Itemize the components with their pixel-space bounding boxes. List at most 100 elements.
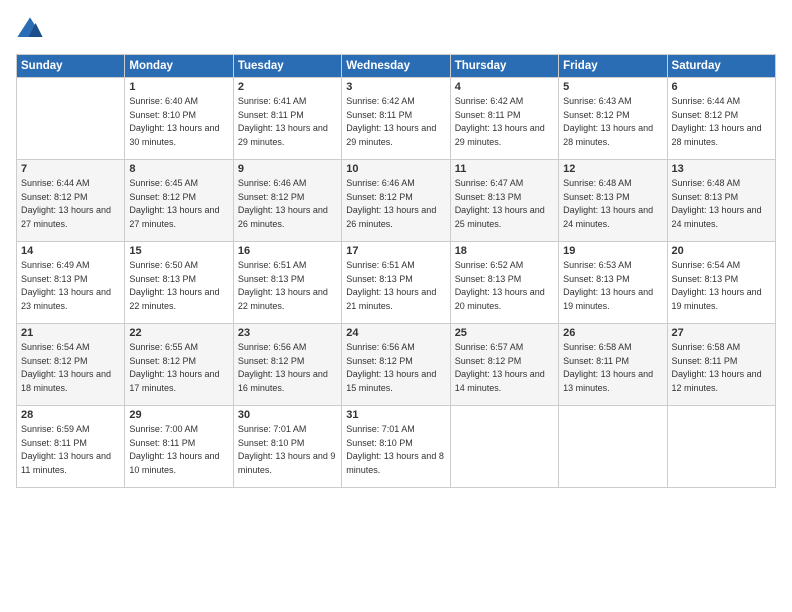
- day-number: 21: [21, 327, 120, 339]
- day-number: 14: [21, 245, 120, 257]
- day-info: Sunrise: 6:52 AMSunset: 8:13 PMDaylight:…: [455, 259, 554, 313]
- sunset: Sunset: 8:13 PM: [129, 274, 196, 284]
- day-number: 11: [455, 163, 554, 175]
- daylight: Daylight: 13 hours and 11 minutes.: [21, 451, 111, 475]
- day-number: 31: [346, 409, 445, 421]
- calendar-cell: 25Sunrise: 6:57 AMSunset: 8:12 PMDayligh…: [450, 324, 558, 406]
- day-info: Sunrise: 6:48 AMSunset: 8:13 PMDaylight:…: [563, 177, 662, 231]
- day-info: Sunrise: 7:01 AMSunset: 8:10 PMDaylight:…: [238, 423, 337, 477]
- sunrise: Sunrise: 6:43 AM: [563, 96, 632, 106]
- calendar-cell: [667, 406, 775, 488]
- sunset: Sunset: 8:13 PM: [563, 192, 630, 202]
- day-number: 8: [129, 163, 228, 175]
- sunset: Sunset: 8:12 PM: [21, 192, 88, 202]
- calendar-cell: 11Sunrise: 6:47 AMSunset: 8:13 PMDayligh…: [450, 160, 558, 242]
- day-info: Sunrise: 6:46 AMSunset: 8:12 PMDaylight:…: [238, 177, 337, 231]
- sunset: Sunset: 8:13 PM: [346, 274, 413, 284]
- day-info: Sunrise: 6:48 AMSunset: 8:13 PMDaylight:…: [672, 177, 771, 231]
- calendar-cell: 26Sunrise: 6:58 AMSunset: 8:11 PMDayligh…: [559, 324, 667, 406]
- weekday-header-wednesday: Wednesday: [342, 55, 450, 78]
- day-number: 3: [346, 81, 445, 93]
- sunrise: Sunrise: 6:48 AM: [563, 178, 632, 188]
- daylight: Daylight: 13 hours and 24 minutes.: [672, 205, 762, 229]
- weekday-header-tuesday: Tuesday: [233, 55, 341, 78]
- sunset: Sunset: 8:13 PM: [238, 274, 305, 284]
- sunrise: Sunrise: 6:46 AM: [346, 178, 415, 188]
- sunset: Sunset: 8:12 PM: [563, 110, 630, 120]
- day-info: Sunrise: 6:51 AM Sunset: 8:13 PM Daylight:…: [238, 259, 337, 313]
- daylight: Daylight: 13 hours and 13 minutes.: [563, 369, 653, 393]
- day-number: 1: [129, 81, 228, 93]
- sunset: Sunset: 8:11 PM: [563, 356, 629, 366]
- sunset: Sunset: 8:12 PM: [129, 192, 196, 202]
- sunrise: Sunrise: 6:46 AM: [238, 178, 307, 188]
- day-number: 24: [346, 327, 445, 339]
- day-info: Sunrise: 6:58 AMSunset: 8:11 PMDaylight:…: [672, 341, 771, 395]
- day-info: Sunrise: 7:01 AMSunset: 8:10 PMDaylight:…: [346, 423, 445, 477]
- day-number: 27: [672, 327, 771, 339]
- daylight: Daylight: 13 hours and 19 minutes.: [563, 287, 653, 311]
- calendar-cell: 30Sunrise: 7:01 AMSunset: 8:10 PMDayligh…: [233, 406, 341, 488]
- day-info: Sunrise: 6:42 AMSunset: 8:11 PMDaylight:…: [346, 95, 445, 149]
- calendar-cell: 7Sunrise: 6:44 AMSunset: 8:12 PMDaylight…: [17, 160, 125, 242]
- daylight: Daylight: 13 hours and 29 minutes.: [455, 123, 545, 147]
- sunrise: Sunrise: 6:51 AM: [238, 260, 307, 270]
- day-info: Sunrise: 6:49 AMSunset: 8:13 PMDaylight:…: [21, 259, 120, 313]
- day-number: 13: [672, 163, 771, 175]
- calendar-cell: 16 Sunrise: 6:51 AM Sunset: 8:13 PM Dayligh…: [233, 242, 341, 324]
- weekday-header-thursday: Thursday: [450, 55, 558, 78]
- day-number: 28: [21, 409, 120, 421]
- day-info: Sunrise: 6:54 AMSunset: 8:12 PMDaylight:…: [21, 341, 120, 395]
- calendar-cell: 12Sunrise: 6:48 AMSunset: 8:13 PMDayligh…: [559, 160, 667, 242]
- day-number: 25: [455, 327, 554, 339]
- day-info: Sunrise: 7:00 AMSunset: 8:11 PMDaylight:…: [129, 423, 228, 477]
- daylight: Daylight: 13 hours and 25 minutes.: [455, 205, 545, 229]
- day-number: 29: [129, 409, 228, 421]
- day-number: 15: [129, 245, 228, 257]
- calendar-cell: 20Sunrise: 6:54 AMSunset: 8:13 PMDayligh…: [667, 242, 775, 324]
- sunrise: Sunrise: 6:55 AM: [129, 342, 198, 352]
- sunset: Sunset: 8:12 PM: [455, 356, 522, 366]
- sunset: Sunset: 8:11 PM: [346, 110, 412, 120]
- sunrise: Sunrise: 6:56 AM: [346, 342, 415, 352]
- day-number: 19: [563, 245, 662, 257]
- day-info: Sunrise: 6:59 AMSunset: 8:11 PMDaylight:…: [21, 423, 120, 477]
- daylight: Daylight: 13 hours and 26 minutes.: [238, 205, 328, 229]
- sunrise: Sunrise: 6:44 AM: [21, 178, 90, 188]
- calendar-cell: 5 Sunrise: 6:43 AM Sunset: 8:12 PM Daylight…: [559, 78, 667, 160]
- sunrise: Sunrise: 6:56 AM: [238, 342, 307, 352]
- day-number: 20: [672, 245, 771, 257]
- day-number: 5: [563, 81, 662, 93]
- day-info: Sunrise: 6:55 AMSunset: 8:12 PMDaylight:…: [129, 341, 228, 395]
- calendar-cell: 23Sunrise: 6:56 AMSunset: 8:12 PMDayligh…: [233, 324, 341, 406]
- day-number: 10: [346, 163, 445, 175]
- sunset: Sunset: 8:13 PM: [455, 274, 522, 284]
- calendar-cell: 29 Sunrise: 7:00 AMSunset: 8:11 PMDayligh…: [125, 406, 233, 488]
- day-info: Sunrise: 6:41 AMSunset: 8:11 PMDaylight:…: [238, 95, 337, 149]
- daylight: Daylight: 13 hours and 27 minutes.: [129, 205, 219, 229]
- sunrise: Sunrise: 6:52 AM: [455, 260, 524, 270]
- calendar-cell: 14 Sunrise: 6:49 AMSunset: 8:13 PMDayligh…: [17, 242, 125, 324]
- sunset: Sunset: 8:13 PM: [455, 192, 522, 202]
- day-info: Sunrise: 6:50 AMSunset: 8:13 PMDaylight:…: [129, 259, 228, 313]
- daylight: Daylight: 13 hours and 28 minutes.: [563, 123, 653, 147]
- daylight: Daylight: 13 hours and 14 minutes.: [455, 369, 545, 393]
- day-number: 9: [238, 163, 337, 175]
- sunrise: Sunrise: 6:40 AM: [129, 96, 198, 106]
- sunrise: Sunrise: 6:42 AM: [346, 96, 415, 106]
- day-number: 12: [563, 163, 662, 175]
- sunset: Sunset: 8:11 PM: [238, 110, 304, 120]
- day-number: 22: [129, 327, 228, 339]
- sunset: Sunset: 8:12 PM: [21, 356, 88, 366]
- day-info: Sunrise: 6:44 AMSunset: 8:12 PMDaylight:…: [21, 177, 120, 231]
- sunset: Sunset: 8:11 PM: [129, 438, 195, 448]
- sunrise: Sunrise: 7:01 AM: [238, 424, 307, 434]
- daylight: Daylight: 13 hours and 22 minutes.: [238, 287, 328, 311]
- calendar-cell: 1Sunrise: 6:40 AMSunset: 8:10 PMDaylight…: [125, 78, 233, 160]
- day-info: Sunrise: 6:45 AMSunset: 8:12 PMDaylight:…: [129, 177, 228, 231]
- sunrise: Sunrise: 6:58 AM: [563, 342, 632, 352]
- calendar-cell: 17Sunrise: 6:51 AMSunset: 8:13 PMDayligh…: [342, 242, 450, 324]
- calendar-cell: 31 Sunrise: 7:01 AMSunset: 8:10 PMDayligh…: [342, 406, 450, 488]
- daylight: Daylight: 13 hours and 19 minutes.: [672, 287, 762, 311]
- day-number: 16: [238, 245, 337, 257]
